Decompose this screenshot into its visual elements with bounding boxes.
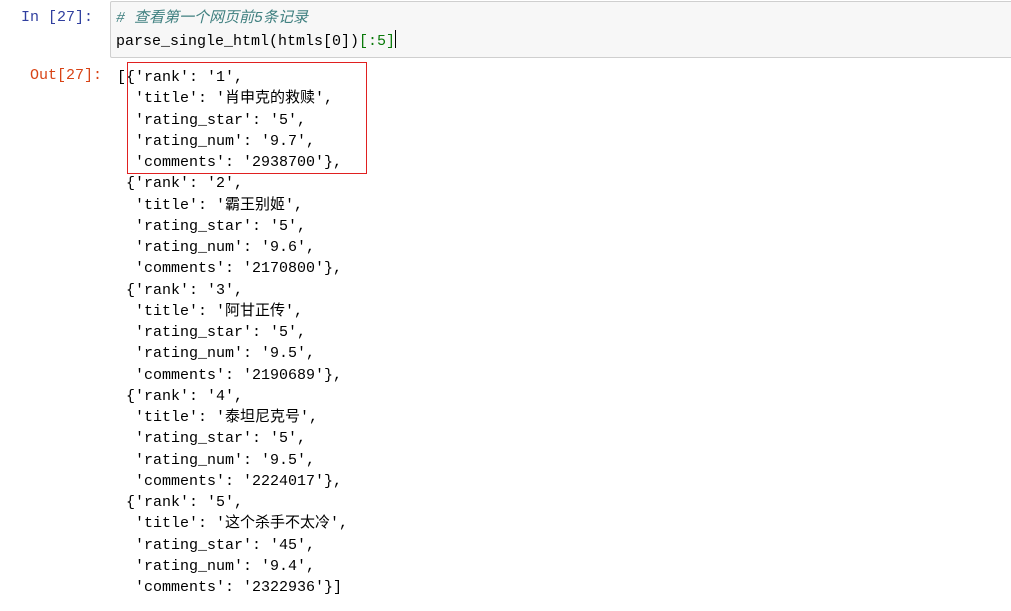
output-line-rating_star: 'rating_star': '5', bbox=[117, 324, 307, 341]
code-input-cell[interactable]: # 查看第一个网页前5条记录 parse_single_html(htmls[0… bbox=[110, 1, 1011, 58]
output-line-title: 'title': '霸王别姬', bbox=[117, 196, 304, 214]
output-line-rank: {'rank': '4', bbox=[117, 387, 244, 405]
output-line-comments: 'comments': '2170800'}, bbox=[117, 260, 343, 278]
code-comment: # 查看第一个网页前5条记录 bbox=[116, 10, 309, 27]
output-line-title: 'title': '泰坦尼克号', bbox=[117, 409, 319, 426]
output-line-rank: {'rank': '3', bbox=[117, 281, 244, 299]
output-line-rating_star: 'rating_star': '45', bbox=[117, 536, 316, 554]
output-line-rating_num: 'rating_num': '9.5', bbox=[117, 345, 316, 363]
output-line-rank: {'rank': '5', bbox=[117, 494, 244, 511]
output-line-rank: {'rank': '2', bbox=[117, 175, 244, 193]
code-call: parse_single_html(htmls[0]) bbox=[116, 33, 360, 50]
highlight-box bbox=[127, 62, 367, 174]
output-line-comments: 'comments': '2190689'}, bbox=[117, 366, 343, 384]
code-slice: [:5] bbox=[359, 33, 396, 50]
text-cursor bbox=[395, 30, 397, 48]
output-line-rating_star: 'rating_star': '5', bbox=[117, 217, 307, 235]
output-line-rating_num: 'rating_num': '9.4', bbox=[117, 557, 316, 575]
code-line[interactable]: parse_single_html(htmls[0])[:5] bbox=[116, 30, 397, 52]
output-prompt: Out[27]: bbox=[30, 67, 103, 84]
output-line-rating_num: 'rating_num': '9.6', bbox=[117, 239, 316, 256]
output-line-title: 'title': '这个杀手不太冷', bbox=[117, 515, 349, 533]
output-line-rating_star: 'rating_star': '5', bbox=[117, 430, 307, 448]
output-line-comments: 'comments': '2224017'}, bbox=[117, 472, 343, 490]
output-line-title: 'title': '阿甘正传', bbox=[117, 302, 304, 320]
output-line-rating_num: 'rating_num': '9.5', bbox=[117, 451, 316, 469]
output-line-comments: 'comments': '2322936'}] bbox=[117, 579, 343, 596]
input-prompt: In [27]: bbox=[21, 9, 94, 26]
